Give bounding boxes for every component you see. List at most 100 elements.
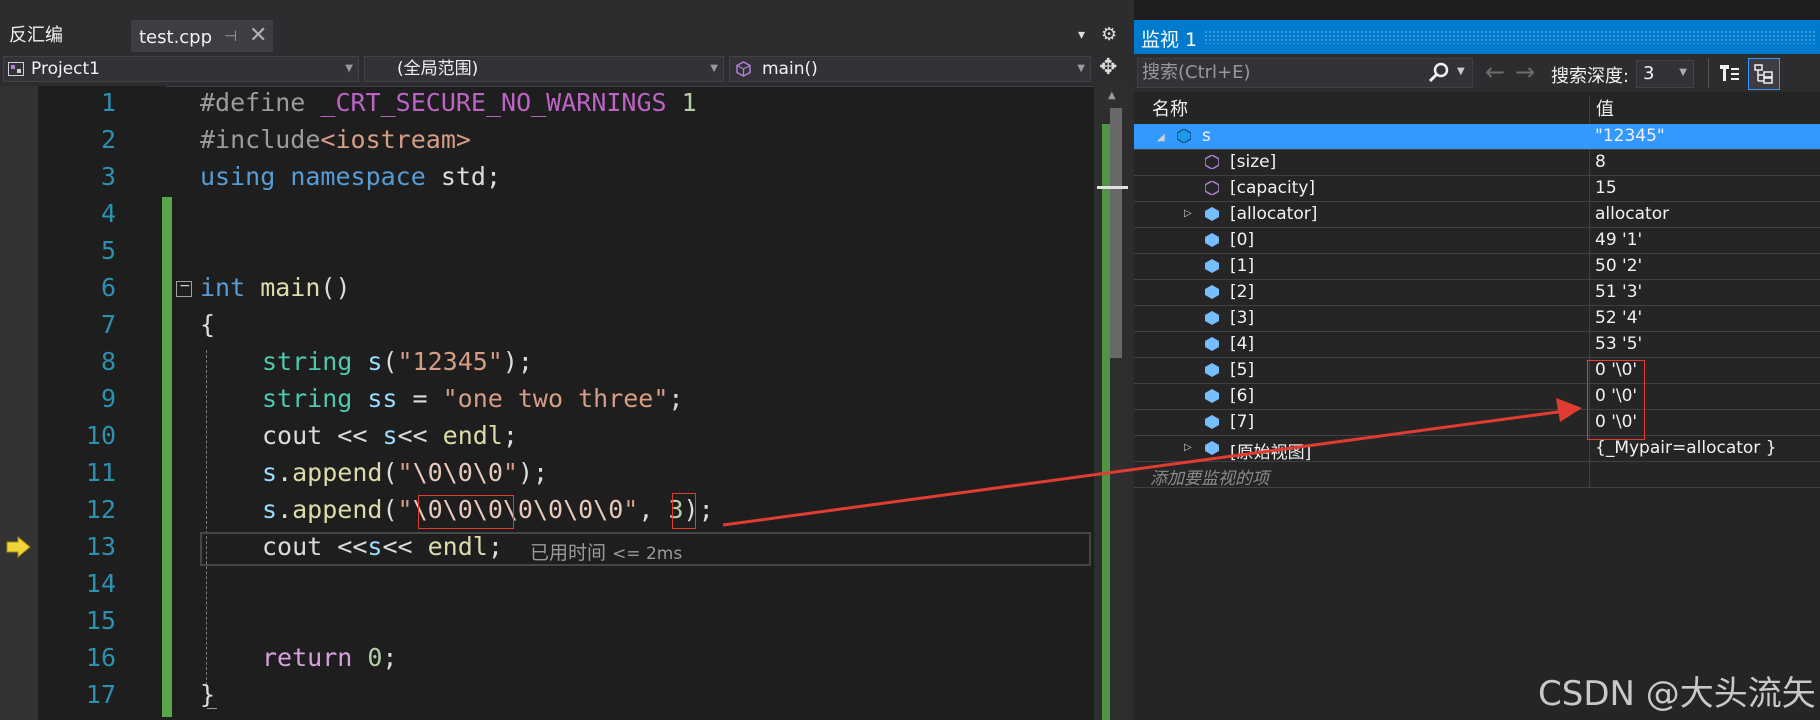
outline-guide [206, 350, 207, 690]
search-forward-icon[interactable]: → [1515, 58, 1535, 86]
variable: s [262, 495, 278, 524]
identifier: cout [262, 421, 323, 450]
code-line-1[interactable]: #define _CRT_SECURE_NO_WARNINGS 1 [200, 88, 697, 117]
indicator-margin[interactable] [0, 86, 38, 720]
search-depth-dropdown[interactable]: 3 ▼ [1636, 60, 1694, 88]
watch-name: [0] [1230, 230, 1255, 250]
variable-icon [1177, 129, 1191, 143]
collapse-toggle[interactable]: − [176, 278, 192, 297]
close-icon[interactable]: ✕ [249, 23, 267, 48]
watch-row-element[interactable]: [6] 0 '\0' [1134, 384, 1820, 410]
column-header-name[interactable]: 名称 [1134, 96, 1590, 124]
search-icon[interactable] [1428, 62, 1450, 84]
watermark: CSDN @大头流矢 [1538, 674, 1816, 714]
change-tracking-bar [162, 197, 172, 717]
function-name: main [245, 273, 321, 302]
chevron-down-icon: ▼ [345, 63, 353, 74]
collapse-arrow-icon[interactable]: ◢ [1157, 132, 1165, 143]
variable: s [382, 421, 398, 450]
watch-value: 53 '5' [1595, 334, 1643, 354]
watch-row-element[interactable]: [0] 49 '1' [1134, 228, 1820, 254]
code-line-8[interactable]: string s("12345"); [262, 347, 533, 376]
code-line-6[interactable]: int main() [200, 273, 351, 302]
pin-icon[interactable]: ⊣ [224, 27, 237, 45]
expand-arrow-icon[interactable]: ▷ [1184, 442, 1192, 453]
watch-value: "12345" [1595, 126, 1665, 146]
code-line-10[interactable]: cout << s<< endl; [262, 421, 518, 450]
keyword: using [200, 162, 276, 191]
hierarchical-view-toggle[interactable] [1748, 58, 1780, 90]
code-line-11[interactable]: s.append("\0\0\0"); [262, 458, 548, 487]
line-number: 2 [100, 125, 116, 154]
function-name: append [292, 495, 383, 524]
caret-position-marker [1097, 186, 1131, 189]
scroll-thumb[interactable] [1110, 108, 1122, 358]
watch-row-raw-view[interactable]: ▷ [原始视图] {_Mypair=allocator } [1134, 436, 1820, 463]
split-window-icon[interactable]: ✥ [1099, 55, 1117, 80]
code-line-17[interactable]: } [200, 680, 215, 709]
gear-icon[interactable]: ⚙ [1101, 24, 1117, 45]
perf-tip[interactable]: 已用时间 <= 2ms [530, 538, 682, 565]
watch-row-element[interactable]: [3] 52 '4' [1134, 306, 1820, 332]
variable-icon [1205, 285, 1219, 299]
scope-dropdown[interactable]: (全局范围) ▼ [364, 56, 724, 82]
code-line-13[interactable]: cout <<s<< endl; [262, 532, 503, 561]
keyword: return [262, 643, 353, 672]
macro-name: _CRT_SECURE_NO_WARNINGS [305, 88, 682, 117]
scroll-up-icon[interactable]: ▲ [1108, 90, 1116, 101]
watch-row-size[interactable]: [size] 8 [1134, 150, 1820, 176]
code-line-3[interactable]: using namespace std; [200, 162, 501, 191]
watch-name: [1] [1230, 256, 1255, 276]
line-number: 9 [100, 384, 116, 413]
punct: , [638, 495, 669, 524]
function-dropdown[interactable]: main() ▼ [729, 56, 1091, 82]
watch-title-bar[interactable]: 监视 1 [1134, 20, 1820, 54]
line-number: 14 [85, 569, 116, 598]
type-name: string [262, 347, 353, 376]
punct: ; [668, 384, 684, 413]
column-header-value[interactable]: 值 [1590, 96, 1820, 124]
variable-icon [1205, 233, 1219, 247]
variable-icon [1205, 389, 1219, 403]
punct: ; [502, 421, 518, 450]
function-label: main() [762, 59, 818, 79]
tab-test-cpp[interactable]: test.cpp ⊣ ✕ [131, 20, 273, 52]
scope-label: (全局范围) [397, 59, 479, 79]
toolbar-separator [1708, 58, 1709, 88]
project-dropdown[interactable]: Project1 ▼ [3, 56, 359, 82]
tab-list-dropdown-icon[interactable]: ▾ [1078, 27, 1085, 43]
operator: << [397, 421, 443, 450]
watch-name: [allocator] [1230, 204, 1318, 224]
operator: << [382, 532, 428, 561]
search-options-chevron-icon[interactable]: ▼ [1457, 66, 1465, 77]
watch-row-element[interactable]: [2] 51 '3' [1134, 280, 1820, 306]
watch-row-element[interactable]: [1] 50 '2' [1134, 254, 1820, 280]
watch-row-add[interactable]: 添加要监视的项 [1134, 462, 1820, 489]
chevron-down-icon: ▼ [1679, 67, 1687, 78]
code-line-9[interactable]: string ss = "one two three"; [262, 384, 683, 413]
current-statement-arrow-icon [6, 536, 31, 558]
watch-row-allocator[interactable]: ▷ [allocator] allocator [1134, 202, 1820, 228]
watch-row-capacity[interactable]: [capacity] 15 [1134, 176, 1820, 202]
filter-pin-icon[interactable] [1717, 62, 1741, 86]
expand-arrow-icon[interactable]: ▷ [1184, 208, 1192, 219]
number-literal: 0 [352, 643, 383, 672]
watch-row-element[interactable]: [4] 53 '5' [1134, 332, 1820, 358]
watch-row-element[interactable]: [7] 0 '\0' [1134, 410, 1820, 436]
watch-name: [size] [1230, 152, 1277, 172]
code-line-16[interactable]: return 0; [262, 643, 397, 672]
tab-disassembly[interactable]: 反汇编 [0, 20, 130, 52]
variable: s [262, 458, 278, 487]
watch-name: [2] [1230, 282, 1255, 302]
watch-row-element[interactable]: [5] 0 '\0' [1134, 358, 1820, 384]
watch-name: [5] [1230, 360, 1255, 380]
search-depth-value: 3 [1643, 63, 1655, 84]
chevron-down-icon: ▼ [710, 63, 718, 74]
watch-value: 52 '4' [1595, 308, 1643, 328]
punct: () [320, 273, 351, 302]
code-line-2[interactable]: #include<iostream> [200, 125, 471, 154]
watch-search-input[interactable]: 搜索(Ctrl+E) [1137, 58, 1473, 88]
search-back-icon[interactable]: ← [1485, 58, 1505, 86]
code-line-7[interactable]: { [200, 310, 215, 339]
watch-row-s[interactable]: ◢ s "12345" [1134, 124, 1820, 150]
